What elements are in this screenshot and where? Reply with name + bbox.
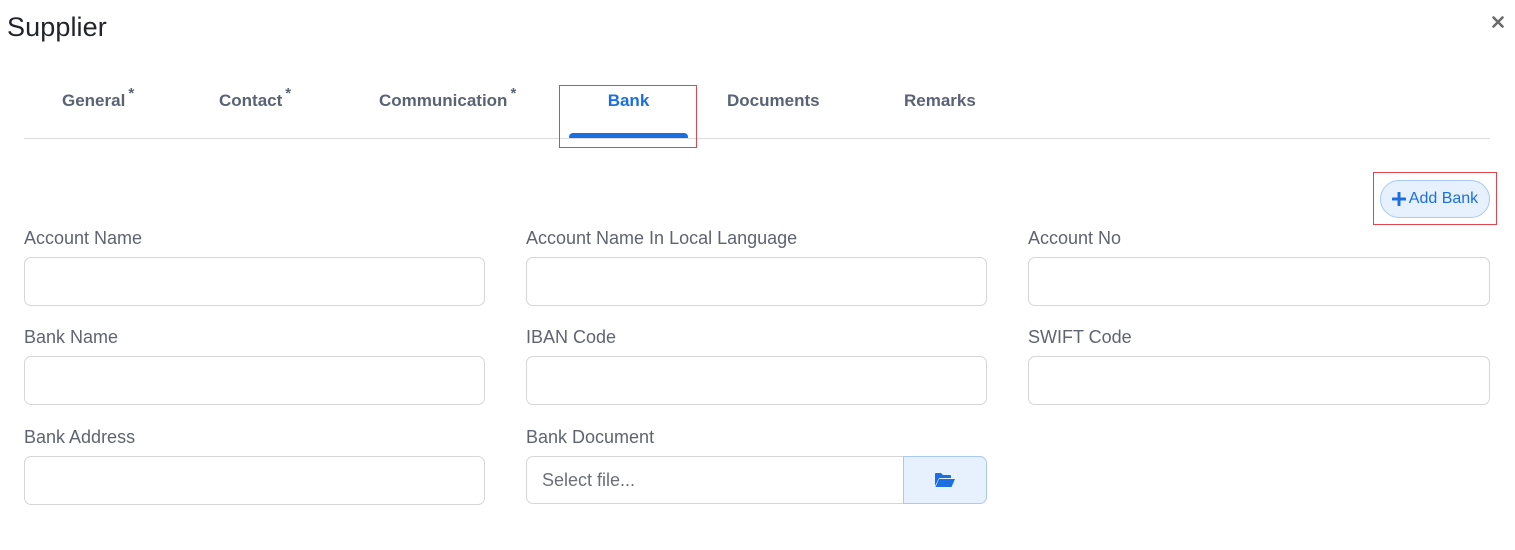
tab-documents[interactable]: Documents [727,78,820,138]
account-no-field: Account No [1028,227,1490,306]
required-marker: * [510,85,517,102]
close-button[interactable] [1488,12,1508,32]
tab-label: Bank [607,91,650,110]
tab-label: General [62,91,126,110]
account-no-label: Account No [1028,228,1122,248]
tab-contact[interactable]: Contact * [219,78,291,138]
account-name-label: Account Name [24,228,143,248]
bank-name-label: Bank Name [24,327,119,347]
add-bank-button[interactable]: Add Bank [1380,180,1490,218]
bank-document-field: Bank Document [526,426,987,504]
supplier-modal: Supplier General * Contact * Communication… [0,0,1515,550]
swift-code-input[interactable] [1028,356,1490,405]
iban-code-input[interactable] [526,356,987,405]
iban-code-field: IBAN Code [526,326,987,405]
account-name-input[interactable] [24,257,485,306]
plus-icon [1391,192,1406,206]
account-name-local-input[interactable] [526,257,987,306]
folder-open-icon [935,473,955,487]
tab-bar: General * Contact * Communication * Bank Do… [24,78,1490,139]
tab-general[interactable]: General * [62,78,134,138]
bank-name-field: Bank Name [24,326,485,405]
browse-file-button[interactable] [903,456,987,504]
active-tab-indicator [569,133,688,138]
account-name-local-label: Account Name In Local Language [526,228,798,248]
bank-document-input[interactable] [526,456,903,504]
modal-title: Supplier [7,12,107,42]
bank-name-input[interactable] [24,356,485,405]
account-name-local-field: Account Name In Local Language [526,227,987,306]
swift-code-label: SWIFT Code [1028,327,1132,347]
tab-label: Contact [219,91,283,110]
add-bank-label: Add Bank [1408,190,1479,207]
swift-code-field: SWIFT Code [1028,326,1490,405]
iban-code-label: IBAN Code [526,327,617,347]
required-marker: * [128,85,135,102]
bank-address-field: Bank Address [24,426,485,505]
tab-label: Documents [727,91,820,110]
close-icon [1492,16,1504,28]
tab-bank[interactable]: Bank [569,78,688,138]
tab-label: Communication [379,91,508,110]
bank-address-label: Bank Address [24,427,136,447]
required-marker: * [285,85,292,102]
bank-document-label: Bank Document [526,427,655,447]
bank-address-input[interactable] [24,456,485,505]
tab-remarks[interactable]: Remarks [904,78,976,138]
tab-communication[interactable]: Communication * [379,78,516,138]
account-no-input[interactable] [1028,257,1490,306]
file-input-group [526,456,987,504]
tab-label: Remarks [904,91,976,110]
account-name-field: Account Name [24,227,485,306]
